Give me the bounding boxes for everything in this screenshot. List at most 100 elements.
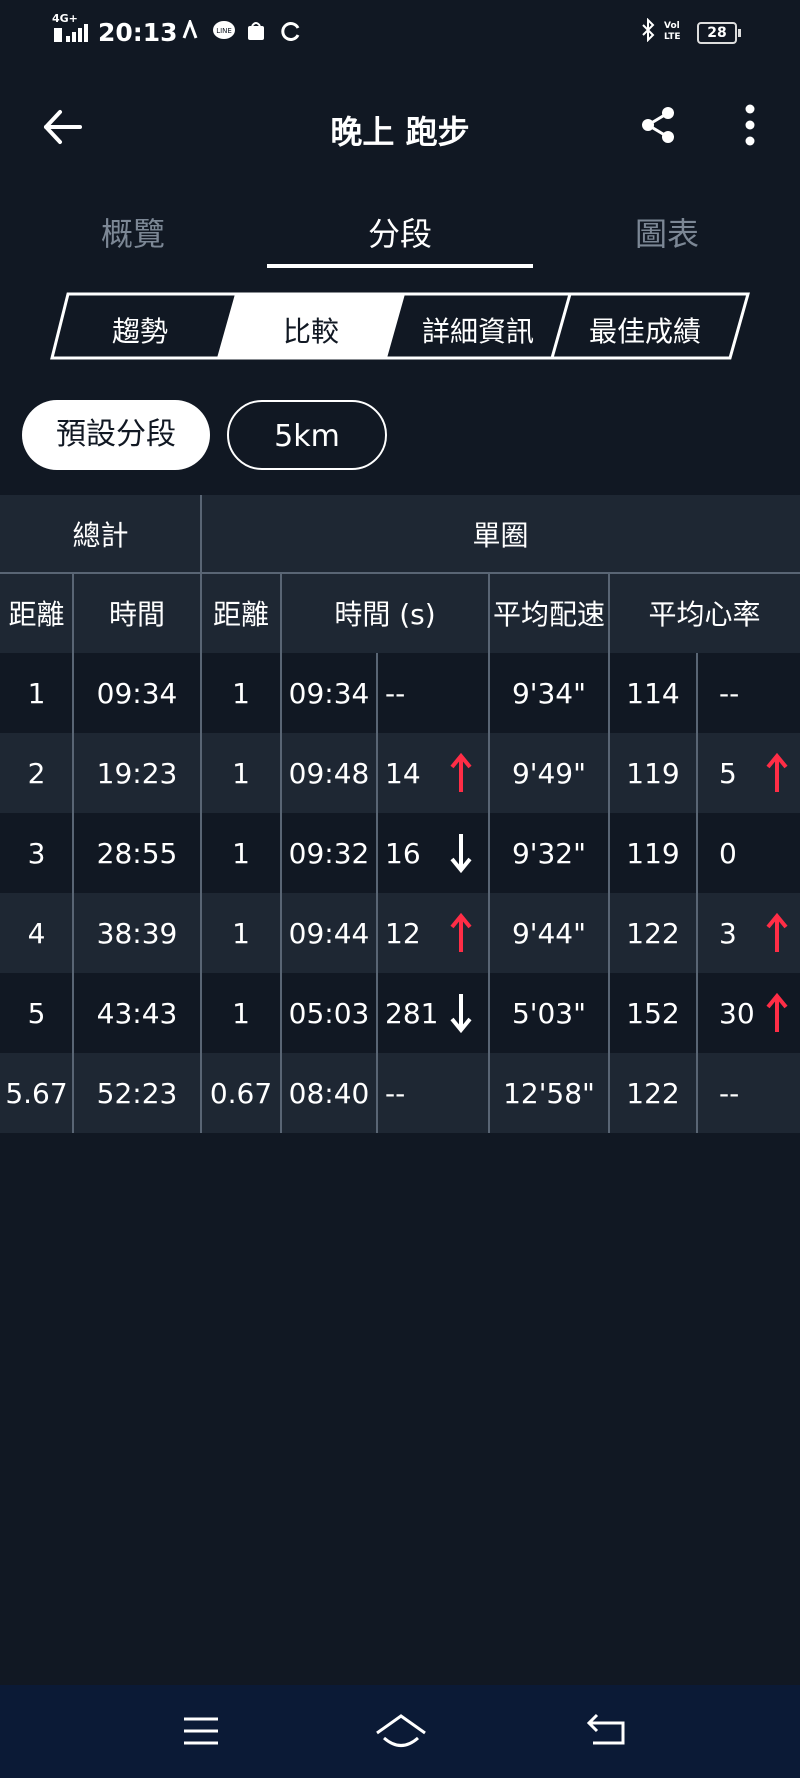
col-header-lap-time: 時間 (s) xyxy=(281,573,489,653)
arrow-up-icon xyxy=(757,893,797,973)
col-header-avg-pace: 平均配速 xyxy=(489,573,609,653)
cell-total-time: 19:23 xyxy=(96,756,178,790)
cell-total-distance: 2 xyxy=(27,756,46,790)
svg-text:LINE: LINE xyxy=(216,27,232,35)
cell-lap-time: 09:34 xyxy=(288,676,370,710)
arrow-down-icon xyxy=(441,973,481,1053)
cell-lap-distance: 0.67 xyxy=(209,1076,273,1110)
col-header-total-time: 時間 xyxy=(73,573,201,653)
column-divider xyxy=(608,573,610,1133)
tab-indicator xyxy=(267,264,533,268)
segment-best[interactable]: 最佳成績 xyxy=(560,310,730,350)
signal-icon: 4G+ xyxy=(52,12,92,44)
cell-total-time: 28:55 xyxy=(96,836,178,870)
tab-bar: 概覽 分段 圖表 xyxy=(0,195,800,269)
cell-total-distance: 4 xyxy=(27,916,46,950)
arrow-up-icon xyxy=(757,733,797,813)
column-divider xyxy=(72,573,74,1133)
5km-button[interactable]: 5km xyxy=(227,400,387,470)
column-divider xyxy=(200,495,202,1133)
svg-text:LTE: LTE xyxy=(664,32,681,42)
cell-total-distance: 1 xyxy=(27,676,46,710)
cell-hr: 114 xyxy=(626,676,680,710)
column-divider xyxy=(488,573,490,1133)
strava-icon xyxy=(182,17,198,44)
cell-total-time: 09:34 xyxy=(96,676,178,710)
share-icon xyxy=(642,107,674,143)
cell-lap-time: 08:40 xyxy=(288,1076,370,1110)
group-header-lap: 單圈 xyxy=(201,495,800,573)
home-button[interactable] xyxy=(374,1711,426,1751)
cell-time-delta: 12 xyxy=(385,916,421,950)
share-button[interactable] xyxy=(636,102,682,148)
cell-lap-time: 09:32 xyxy=(288,836,370,870)
menu-icon xyxy=(184,1717,218,1745)
clock: 20:13 xyxy=(98,18,178,47)
segment-compare[interactable]: 比較 xyxy=(226,310,396,350)
tab-splits[interactable]: 分段 xyxy=(267,209,533,255)
cell-lap-distance: 1 xyxy=(232,676,250,710)
cell-time-delta: -- xyxy=(385,676,406,710)
header-divider xyxy=(0,572,800,574)
col-header-total-distance: 距離 xyxy=(0,573,73,653)
volte-icon: Vol LTE xyxy=(662,18,686,45)
cell-hr-delta: 0 xyxy=(719,836,737,870)
cell-total-distance: 3 xyxy=(27,836,46,870)
cell-pace: 9'34" xyxy=(511,676,587,710)
cell-pace: 9'49" xyxy=(511,756,587,790)
cell-lap-time: 05:03 xyxy=(288,996,370,1030)
cell-pace: 9'44" xyxy=(511,916,587,950)
battery-icon: 28 xyxy=(697,22,741,44)
cell-time-delta: 14 xyxy=(385,756,421,790)
svg-text:Vol: Vol xyxy=(664,21,680,31)
cell-hr: 119 xyxy=(626,836,680,870)
cell-hr: 122 xyxy=(626,1076,680,1110)
more-options-button[interactable] xyxy=(730,102,770,148)
cell-total-time: 43:43 xyxy=(96,996,178,1030)
cell-lap-time: 09:48 xyxy=(288,756,370,790)
column-divider xyxy=(696,653,698,1133)
cell-lap-distance: 1 xyxy=(232,996,250,1030)
column-divider xyxy=(376,653,378,1133)
home-icon xyxy=(376,1714,426,1747)
column-divider xyxy=(280,573,282,1133)
menu-button[interactable] xyxy=(176,1711,226,1751)
cell-total-time: 38:39 xyxy=(96,916,178,950)
cell-hr-delta: -- xyxy=(719,676,740,710)
app-bar: 晚上 跑步 xyxy=(0,80,800,170)
tab-overview[interactable]: 概覽 xyxy=(0,209,266,255)
cell-time-delta: 16 xyxy=(385,836,421,870)
cell-lap-distance: 1 xyxy=(232,836,250,870)
sync-icon xyxy=(280,20,302,46)
col-header-lap-distance: 距離 xyxy=(201,573,281,653)
segment-trend[interactable]: 趨勢 xyxy=(55,310,225,350)
cell-lap-distance: 1 xyxy=(232,756,250,790)
back-nav-button[interactable] xyxy=(585,1711,635,1751)
cell-total-distance: 5 xyxy=(27,996,46,1030)
line-icon: LINE xyxy=(212,20,236,46)
tab-charts[interactable]: 圖表 xyxy=(534,209,800,255)
cell-hr-delta: 30 xyxy=(719,996,755,1030)
cell-hr: 119 xyxy=(626,756,680,790)
group-header-total: 總計 xyxy=(0,495,201,573)
cell-hr: 122 xyxy=(626,916,680,950)
cell-hr: 152 xyxy=(626,996,680,1030)
arrow-down-icon xyxy=(441,813,481,893)
col-header-avg-hr: 平均心率 xyxy=(609,573,800,653)
back-icon xyxy=(586,1713,625,1745)
status-bar: 4G+ 20:13 LINE Vol LTE 28 xyxy=(0,0,800,64)
arrow-up-icon xyxy=(441,893,481,973)
cell-hr-delta: -- xyxy=(719,1076,740,1110)
cell-hr-delta: 3 xyxy=(719,916,737,950)
cell-pace: 9'32" xyxy=(511,836,587,870)
arrow-up-icon xyxy=(757,973,797,1053)
cell-time-delta: -- xyxy=(385,1076,406,1110)
cell-lap-distance: 1 xyxy=(232,916,250,950)
default-splits-button[interactable]: 預設分段 xyxy=(22,400,210,470)
cell-pace: 12'58" xyxy=(503,1076,595,1110)
system-nav-bar xyxy=(0,1685,800,1778)
segment-details[interactable]: 詳細資訊 xyxy=(393,310,563,350)
more-vertical-icon xyxy=(745,104,755,146)
arrow-up-icon xyxy=(441,733,481,813)
cell-lap-time: 09:44 xyxy=(288,916,370,950)
